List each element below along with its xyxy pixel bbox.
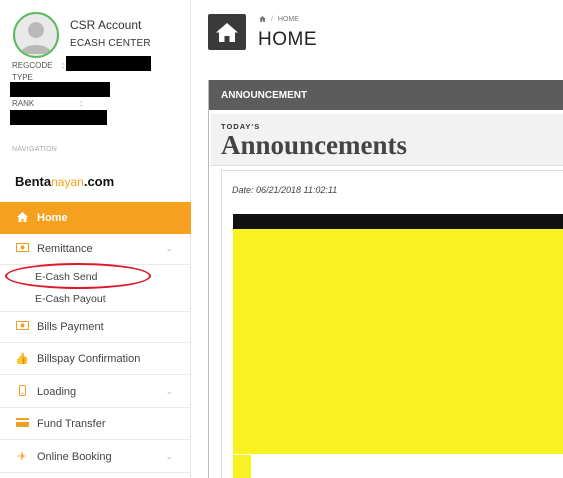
rank-redaction: [10, 110, 107, 125]
announcements-title: Announcements: [221, 130, 408, 160]
home-icon: [259, 16, 266, 22]
regcode-separator: :: [62, 61, 65, 70]
type-redaction: [10, 82, 110, 97]
mobile-icon: [14, 384, 30, 399]
rank-row: RANK :: [12, 99, 82, 108]
chevron-down-icon: ⌄: [165, 243, 173, 253]
sidebar-subitem-ecash-payout[interactable]: E-Cash Payout: [0, 288, 191, 310]
sidebar-item-loading[interactable]: Loading ⌄: [0, 376, 191, 408]
chevron-down-icon: ⌄: [165, 451, 173, 461]
announcement-panel: ANNOUNCEMENT TODAY'S Announcements Date:…: [208, 80, 563, 478]
announcement-image-top-bar: [233, 214, 563, 229]
plane-icon: ✈: [17, 451, 27, 463]
home-icon: [216, 22, 238, 42]
thumbs-up-icon: 👍: [15, 353, 29, 365]
home-icon: [14, 211, 30, 225]
account-center: ECASH CENTER: [70, 38, 151, 49]
sidebar-item-label: Bills Payment: [37, 320, 104, 333]
regcode-label: REGCODE: [12, 61, 53, 70]
announcement-image-stub: [233, 455, 251, 478]
sidebar-item-label: Loading: [37, 385, 77, 398]
money-icon: [14, 242, 30, 255]
sidebar-item-home[interactable]: Home: [0, 202, 191, 234]
announcement-banner: TODAY'S Announcements: [211, 114, 563, 166]
brand-logo[interactable]: Bentanayan.com: [15, 174, 114, 189]
sidebar-item-label: Billspay Confirmation: [37, 352, 141, 365]
sidebar-item-label: Home: [37, 212, 68, 224]
credit-card-icon: [14, 417, 30, 430]
sidebar-item-label: Remittance: [37, 242, 93, 255]
breadcrumb-current[interactable]: HOME: [278, 16, 299, 23]
panel-header: ANNOUNCEMENT: [209, 80, 563, 110]
breadcrumb: / HOME: [259, 16, 299, 23]
sidebar-item-label: Fund Transfer: [37, 417, 106, 430]
type-label: TYPE: [12, 73, 33, 82]
page-title: HOME: [258, 29, 317, 50]
announcement-date: Date: 06/21/2018 11:02:11: [232, 185, 338, 195]
avatar: [13, 12, 59, 58]
regcode-redaction: [66, 56, 151, 71]
announcement-card: Date: 06/21/2018 11:02:11: [221, 170, 563, 478]
sidebar-item-bills-payment[interactable]: Bills Payment: [0, 311, 191, 343]
page-home-icon: [208, 14, 246, 50]
regcode-row: REGCODE :: [12, 61, 64, 70]
brand-accent: nayan: [51, 175, 84, 189]
sidebar-item-fund-transfer[interactable]: Fund Transfer: [0, 408, 191, 440]
sidebar-item-remittance[interactable]: Remittance ⌄: [0, 233, 191, 265]
sidebar-subitem-label: E-Cash Payout: [35, 293, 106, 305]
navigation-label: NAVIGATION: [12, 146, 58, 153]
chevron-down-icon: ⌄: [165, 386, 173, 396]
rank-separator: :: [80, 99, 83, 108]
brand-main: Benta: [15, 174, 52, 189]
money-icon: [14, 320, 30, 333]
type-row: TYPE :: [12, 73, 64, 89]
breadcrumb-separator: /: [270, 16, 273, 23]
sidebar: CSR Account ECASH CENTER REGCODE : TYPE …: [0, 0, 191, 478]
sidebar-item-online-booking[interactable]: ✈ Online Booking ⌄: [0, 441, 191, 473]
sidebar-item-label: Online Booking: [37, 450, 112, 463]
account-name: CSR Account: [70, 18, 142, 32]
rank-label: RANK: [12, 99, 35, 108]
announcement-image: [233, 229, 563, 454]
highlight-annotation: [5, 263, 151, 289]
sidebar-item-billspay-confirmation[interactable]: 👍 Billspay Confirmation: [0, 343, 191, 375]
brand-suffix: .com: [83, 174, 115, 189]
